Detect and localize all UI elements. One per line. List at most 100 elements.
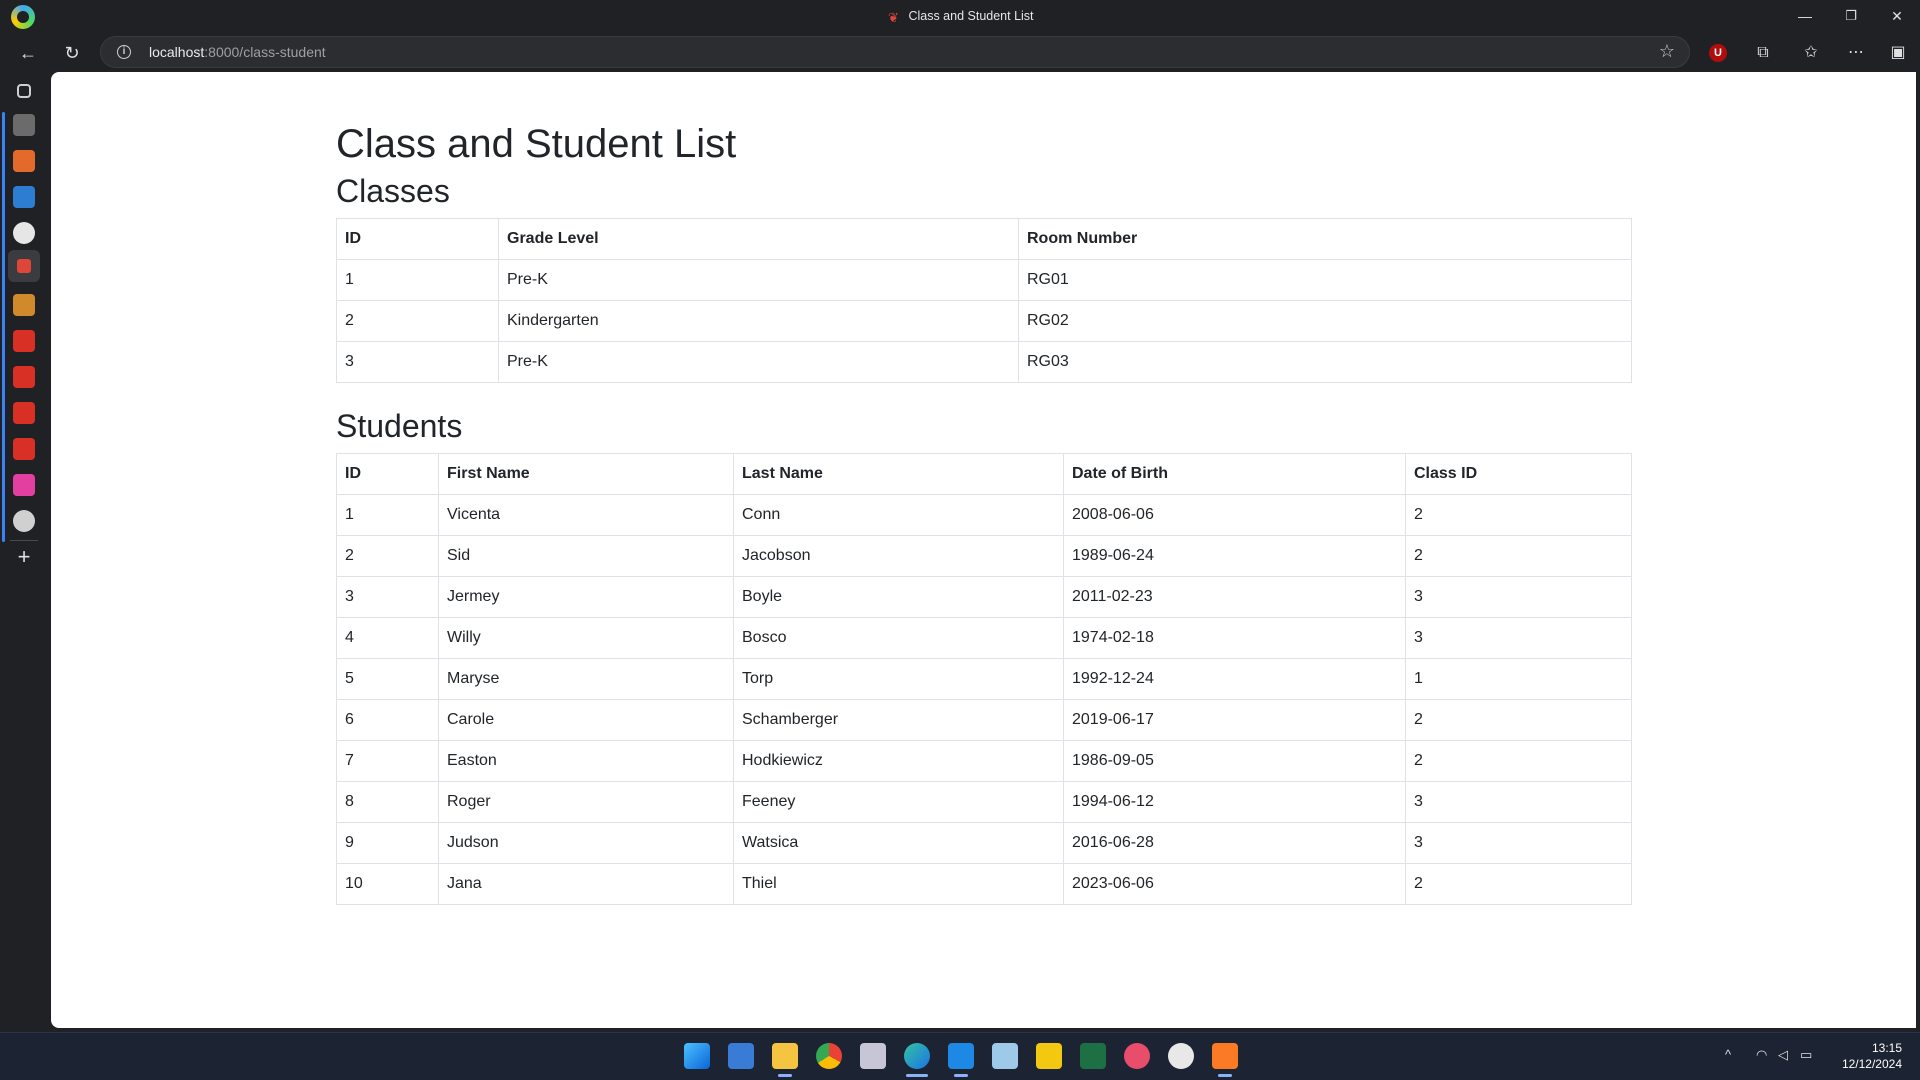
- file-explorer-icon[interactable]: [772, 1043, 798, 1069]
- table-cell: Watsica: [733, 822, 1064, 864]
- table-cell: 2023-06-06: [1063, 863, 1406, 905]
- table-cell: 5: [336, 658, 439, 700]
- tab-group-indicator: [2, 112, 5, 542]
- table-row: 1 Pre-K RG01: [336, 259, 1632, 301]
- vscode-icon[interactable]: [948, 1043, 974, 1069]
- vertical-tab-sidebar: +: [0, 72, 48, 1030]
- power-bi-icon[interactable]: [1036, 1043, 1062, 1069]
- page-container: Class and Student List Classes ID Grade …: [336, 120, 1632, 929]
- running-indicator: [778, 1074, 792, 1077]
- table-cell: 3: [1405, 617, 1632, 659]
- table-cell: 1: [1405, 658, 1632, 700]
- table-cell: Judson: [438, 822, 734, 864]
- table-row: 8 Roger Feeney 1994-06-12 3: [336, 781, 1632, 823]
- table-cell: Easton: [438, 740, 734, 782]
- table-cell: Jana: [438, 863, 734, 905]
- clock-time: 13:15: [1871, 1041, 1902, 1055]
- table-cell: Feeney: [733, 781, 1064, 823]
- back-icon[interactable]: ←: [14, 40, 42, 68]
- app-icon[interactable]: [860, 1043, 886, 1069]
- tab-actions-icon[interactable]: [17, 84, 31, 98]
- clock-date: 12/12/2024: [1841, 1057, 1902, 1071]
- window-title: ❦ Class and Student List: [888, 9, 1034, 25]
- tab-active[interactable]: [8, 250, 40, 282]
- table-row: 2 Kindergarten RG02: [336, 300, 1632, 342]
- table-cell: Kindergarten: [498, 300, 1019, 342]
- table-cell: Maryse: [438, 658, 734, 700]
- chevron-up-icon[interactable]: ^: [1725, 1047, 1731, 1062]
- edge-icon[interactable]: [904, 1043, 930, 1069]
- tab-pdf-icon[interactable]: [13, 330, 35, 352]
- start-menu-icon[interactable]: [684, 1043, 710, 1069]
- favorite-star-icon[interactable]: ☆: [1659, 41, 1675, 62]
- table-cell: 4: [336, 617, 439, 659]
- close-button[interactable]: ✕: [1874, 0, 1920, 34]
- site-info-icon[interactable]: i: [117, 45, 131, 59]
- classes-table: ID Grade Level Room Number 1 Pre-K RG01 …: [336, 218, 1632, 383]
- tab-video-icon[interactable]: [13, 114, 35, 136]
- table-cell: Roger: [438, 781, 734, 823]
- battery-icon[interactable]: ▭: [1800, 1047, 1812, 1063]
- table-cell: Thiel: [733, 863, 1064, 905]
- table-cell: 1989-06-24: [1063, 535, 1406, 577]
- column-header: Class ID: [1405, 453, 1632, 495]
- more-menu-icon[interactable]: ⋯: [1845, 42, 1867, 64]
- tab-github-icon[interactable]: [13, 222, 35, 244]
- table-cell: 2: [336, 535, 439, 577]
- excel-icon[interactable]: [1080, 1043, 1106, 1069]
- column-header: ID: [336, 453, 439, 495]
- students-table: ID First Name Last Name Date of Birth Cl…: [336, 453, 1632, 905]
- column-header: ID: [336, 218, 499, 260]
- favorites-icon[interactable]: ✩: [1800, 42, 1822, 64]
- table-cell: Sid: [438, 535, 734, 577]
- table-cell: 2011-02-23: [1063, 576, 1406, 618]
- table-cell: 2: [1405, 535, 1632, 577]
- tab-player-icon[interactable]: [13, 474, 35, 496]
- table-cell: 1986-09-05: [1063, 740, 1406, 782]
- minimize-button[interactable]: —: [1782, 0, 1828, 34]
- tab-pdf-icon[interactable]: [13, 366, 35, 388]
- table-header-row: ID First Name Last Name Date of Birth Cl…: [336, 453, 1632, 495]
- table-cell: 2: [1405, 740, 1632, 782]
- clock[interactable]: 13:15 12/12/2024: [1842, 1040, 1902, 1072]
- table-cell: 3: [1405, 781, 1632, 823]
- extensions-icon[interactable]: ⧉: [1752, 42, 1774, 64]
- table-header-row: ID Grade Level Room Number: [336, 218, 1632, 260]
- column-header: First Name: [438, 453, 734, 495]
- url-text[interactable]: localhost:8000/class-student: [149, 44, 326, 60]
- table-row: 4 Willy Bosco 1974-02-18 3: [336, 617, 1632, 659]
- chrome-icon[interactable]: [816, 1043, 842, 1069]
- wifi-icon[interactable]: ◠: [1756, 1047, 1767, 1063]
- table-cell: Willy: [438, 617, 734, 659]
- xampp-icon[interactable]: [1212, 1043, 1238, 1069]
- tab-pdf-icon[interactable]: [13, 438, 35, 460]
- table-cell: Boyle: [733, 576, 1064, 618]
- app-icon[interactable]: [1124, 1043, 1150, 1069]
- ublock-extension-icon[interactable]: U: [1709, 44, 1727, 62]
- page-title: Class and Student List: [336, 122, 737, 166]
- new-tab-icon[interactable]: +: [10, 544, 38, 572]
- tab-app-icon[interactable]: [13, 186, 35, 208]
- table-row: 3 Pre-K RG03: [336, 341, 1632, 383]
- column-header: Room Number: [1018, 218, 1632, 260]
- active-indicator: [906, 1074, 928, 1077]
- chatgpt-icon[interactable]: [1168, 1043, 1194, 1069]
- tab-laravel-icon: [17, 259, 31, 273]
- refresh-icon[interactable]: ↻: [58, 40, 86, 68]
- table-cell: 2019-06-17: [1063, 699, 1406, 741]
- sidebar-toggle-icon[interactable]: ▣: [1887, 42, 1909, 64]
- table-cell: RG02: [1018, 300, 1632, 342]
- tab-pdf-icon[interactable]: [13, 402, 35, 424]
- tab-chatgpt-icon[interactable]: [13, 510, 35, 532]
- snipping-tool-icon[interactable]: [992, 1043, 1018, 1069]
- tab-chart-icon[interactable]: [13, 294, 35, 316]
- table-cell: 6: [336, 699, 439, 741]
- tab-media-icon[interactable]: [13, 150, 35, 172]
- column-header: Last Name: [733, 453, 1064, 495]
- volume-icon[interactable]: ◁: [1778, 1047, 1788, 1063]
- table-cell: 2: [1405, 494, 1632, 536]
- store-icon[interactable]: [728, 1043, 754, 1069]
- address-bar[interactable]: i localhost:8000/class-student ☆: [100, 36, 1690, 68]
- table-cell: Jermey: [438, 576, 734, 618]
- restore-button[interactable]: ❐: [1828, 0, 1874, 34]
